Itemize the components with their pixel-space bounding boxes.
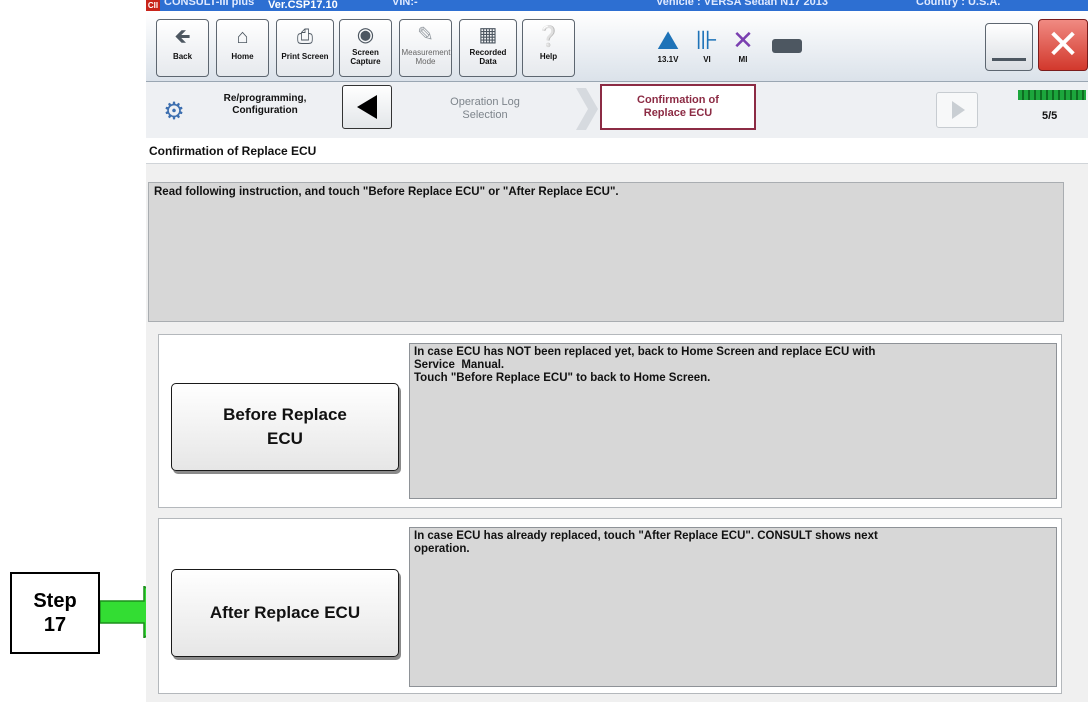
- after-desc-line2: operation.: [414, 543, 470, 555]
- consult-logo-icon: CII: [146, 0, 160, 11]
- before-replace-label-line2: ECU: [267, 429, 303, 448]
- after-desc-line1: In case ECU has already replaced, touch …: [414, 530, 878, 542]
- consult-app-window: CII CONSULT-III plus Ver.CSP17.10 VIN:- …: [146, 0, 1088, 702]
- home-button-label: Home: [231, 52, 254, 61]
- instruction-text: Read following instruction, and touch "B…: [154, 186, 619, 198]
- step-callout: Step 17: [10, 572, 100, 654]
- recorded-data-label: Recorded Data: [469, 48, 507, 66]
- signal-indicator-icon: [772, 39, 802, 53]
- before-replace-ecu-button[interactable]: Before Replace ECU: [171, 383, 399, 471]
- section-label: Re/programming, Configuration: [223, 93, 307, 116]
- mi-label: MI: [738, 55, 748, 64]
- breadcrumb-operation-log-selection[interactable]: Operation Log Selection: [396, 88, 574, 130]
- camera-icon: ◉: [356, 24, 375, 46]
- after-replace-ecu-button[interactable]: After Replace ECU: [171, 569, 399, 657]
- printer-icon: ⎙: [297, 26, 313, 48]
- recorded-data-button[interactable]: ▦ Recorded Data: [459, 19, 517, 77]
- close-button[interactable]: ✕: [1038, 19, 1088, 71]
- breadcrumb-confirmation-of-replace-ecu: Confirmation of Replace ECU: [600, 84, 756, 130]
- help-button[interactable]: ❔ Help: [522, 19, 575, 77]
- before-desc-line3: Touch "Before Replace ECU" to back to Ho…: [414, 372, 711, 384]
- recorded-data-icon: ▦: [478, 24, 498, 46]
- before-replace-card: Before Replace ECU In case ECU has NOT b…: [158, 334, 1062, 508]
- measurement-icon: ✎: [417, 24, 434, 46]
- print-screen-label: Print Screen: [281, 52, 329, 61]
- before-desc-line2: Service Manual.: [414, 359, 505, 371]
- next-step-button[interactable]: [936, 92, 978, 128]
- minimize-button[interactable]: [985, 23, 1033, 71]
- back-arrow-icon: 🡸: [174, 26, 191, 48]
- step-callout-line2: 17: [43, 614, 67, 636]
- page-count: 5/5: [1042, 110, 1058, 122]
- reprogramming-icon: ⚙: [163, 98, 185, 125]
- battery-status: ⛰ 13.1V: [648, 25, 688, 64]
- window-bottom-edge: [146, 696, 1088, 702]
- title-bar: CII CONSULT-III plus Ver.CSP17.10 VIN:- …: [146, 0, 1088, 11]
- breadcrumb-chevron-icon: [576, 88, 598, 130]
- after-replace-card: After Replace ECU In case ECU has alread…: [158, 518, 1062, 694]
- toolbar: 🡸 Back ⌂ Home ⎙ Print Screen ◉ Screen Ca…: [146, 11, 1088, 82]
- back-button[interactable]: 🡸 Back: [156, 19, 209, 77]
- country-label: Country : U.S.A.: [916, 0, 1001, 8]
- vi-antenna-icon: ⊪: [695, 25, 719, 55]
- print-screen-button[interactable]: ⎙ Print Screen: [276, 19, 334, 77]
- breadcrumb-current-label: Confirmation of Replace ECU: [637, 94, 719, 119]
- vehicle-label: Vehicle : VERSA Sedan N17 2013: [656, 0, 829, 8]
- screen-capture-button[interactable]: ◉ Screen Capture: [339, 19, 392, 77]
- mi-status: ✕ MI: [726, 25, 760, 64]
- measurement-mode-label: Measurement Mode: [401, 48, 451, 66]
- measurement-mode-button[interactable]: ✎ Measurement Mode: [399, 19, 452, 77]
- vi-status: ⊪ VI: [692, 25, 722, 64]
- after-replace-label: After Replace ECU: [209, 603, 361, 622]
- after-replace-description: In case ECU has already replaced, touch …: [409, 527, 1057, 687]
- page-title: Confirmation of Replace ECU: [146, 138, 1088, 164]
- home-button[interactable]: ⌂ Home: [216, 19, 269, 77]
- screen-capture-label: Screen Capture: [350, 48, 381, 66]
- before-replace-label-line1: Before Replace: [223, 405, 347, 424]
- instruction-panel: Read following instruction, and touch "B…: [148, 182, 1064, 322]
- progress-bar: [1018, 90, 1086, 100]
- help-icon: ❔: [536, 26, 561, 48]
- before-replace-description: In case ECU has NOT been replaced yet, b…: [409, 343, 1057, 499]
- step-callout-line1: Step: [33, 590, 77, 612]
- before-desc-line1: In case ECU has NOT been replaced yet, b…: [414, 346, 876, 358]
- breadcrumb-label: Operation Log Selection: [450, 96, 520, 121]
- app-name: CONSULT-III plus: [164, 0, 255, 8]
- app-version: Ver.CSP17.10: [268, 0, 338, 11]
- back-button-label: Back: [172, 52, 193, 61]
- home-icon: ⌂: [236, 26, 249, 48]
- mi-cross-icon: ✕: [732, 25, 754, 55]
- battery-voltage: 13.1V: [657, 55, 679, 64]
- car-battery-icon: ⛰: [657, 25, 679, 55]
- vin-label: VIN:-: [392, 0, 418, 8]
- previous-step-button[interactable]: [342, 85, 392, 129]
- vi-label: VI: [703, 55, 711, 64]
- help-button-label: Help: [539, 52, 558, 61]
